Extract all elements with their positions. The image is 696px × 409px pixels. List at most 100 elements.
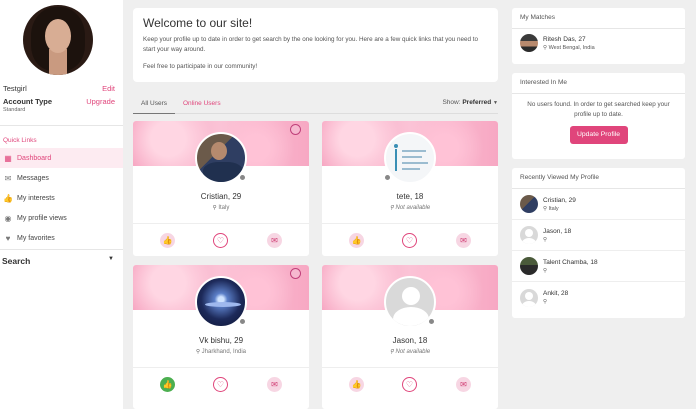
location-text: West Bengal, India xyxy=(548,44,595,51)
user-photo[interactable] xyxy=(384,132,436,184)
sidebar-item-label: My interests xyxy=(17,194,55,202)
match-item[interactable]: Ritesh Das, 27 ⚲ West Bengal, India xyxy=(512,29,685,57)
my-matches-panel: My Matches Ritesh Das, 27 ⚲ West Bengal,… xyxy=(512,8,685,64)
location-pin-icon: ⚲ xyxy=(543,205,548,212)
award-badge-icon xyxy=(289,268,303,284)
viewer-name: Cristian, 29 xyxy=(543,196,576,204)
caret-down-icon: ▼ xyxy=(493,100,498,106)
tab-online-users[interactable]: Online Users xyxy=(183,100,221,107)
card-user-location: ⚲ Jharkhand, India xyxy=(133,349,309,355)
favorite-button[interactable]: ♡ xyxy=(402,377,417,392)
online-status-dot xyxy=(239,318,246,325)
upgrade-link[interactable]: Upgrade xyxy=(86,97,115,106)
user-card[interactable]: Cristian, 29 ⚲ Italy 👍 ♡ ✉ xyxy=(133,121,309,256)
show-filter[interactable]: Show: Preferred ▼ xyxy=(442,99,498,106)
envelope-icon: ✉ xyxy=(460,236,467,245)
user-card[interactable]: tete, 18 ⚲ Not available 👍 ♡ ✉ xyxy=(322,121,498,256)
viewer-name: Jason, 18 xyxy=(543,227,572,235)
favorite-button[interactable]: ♡ xyxy=(213,377,228,392)
active-tab-indicator xyxy=(133,113,175,114)
sidebar-item-dashboard[interactable]: ▦ Dashboard xyxy=(0,148,123,168)
eye-icon: ◉ xyxy=(4,213,12,223)
message-button[interactable]: ✉ xyxy=(267,377,282,392)
card-user-name[interactable]: tete, 18 xyxy=(322,192,498,201)
heart-icon: ♡ xyxy=(216,380,225,389)
welcome-text: Keep your profile up to date in order to… xyxy=(143,36,478,53)
message-button[interactable]: ✉ xyxy=(267,233,282,248)
viewer-location: ⚲ xyxy=(543,237,571,243)
viewer-location: ⚲ xyxy=(543,299,568,305)
recent-viewer-item[interactable]: Cristian, 29 ⚲ Italy xyxy=(512,189,685,220)
heart-icon: ♡ xyxy=(405,380,414,389)
location-pin-icon: ⚲ xyxy=(212,205,217,211)
thumbs-up-icon: 👍 xyxy=(351,236,362,245)
left-sidebar: Testgirl Edit Account Type Upgrade Stand… xyxy=(0,0,123,409)
sidebar-item-label: Dashboard xyxy=(17,154,52,162)
location-pin-icon: ⚲ xyxy=(389,205,394,211)
heart-icon: ♥ xyxy=(5,233,11,243)
location-text: Jharkhand, India xyxy=(201,349,247,355)
location-pin-icon: ⚲ xyxy=(389,349,394,355)
sidebar-item-profile-views[interactable]: ◉ My profile views xyxy=(0,208,123,228)
sidebar-item-messages[interactable]: ✉ Messages xyxy=(0,168,123,188)
envelope-icon: ✉ xyxy=(271,380,278,389)
user-avatar[interactable] xyxy=(23,5,93,75)
sidebar-item-interests[interactable]: 👍 My interests xyxy=(0,188,123,208)
update-profile-button[interactable]: Update Profile xyxy=(569,126,628,144)
viewer-name: Ankit, 28 xyxy=(543,290,569,297)
avatar xyxy=(520,288,538,307)
card-actions: 👍 ♡ ✉ xyxy=(133,223,309,256)
envelope-icon: ✉ xyxy=(271,236,278,245)
message-button[interactable]: ✉ xyxy=(456,233,471,248)
match-name: Ritesh Das, 27 xyxy=(543,35,586,43)
card-user-name[interactable]: Cristian, 29 xyxy=(133,192,309,201)
account-type-row: Account Type Upgrade xyxy=(3,97,115,106)
welcome-panel: Welcome to our site! Keep your profile u… xyxy=(133,8,498,82)
card-user-location: ⚲ Not available xyxy=(322,205,498,211)
avatar xyxy=(520,34,538,52)
location-pin-icon: ⚲ xyxy=(543,299,548,305)
show-value: Preferred xyxy=(462,99,492,106)
interested-panel: Interested In Me No users found. In orde… xyxy=(512,73,685,159)
edit-link[interactable]: Edit xyxy=(102,84,115,93)
location-pin-icon: ⚲ xyxy=(195,349,200,355)
card-actions: 👍 ♡ ✉ xyxy=(322,367,498,400)
tab-all-users[interactable]: All Users xyxy=(141,100,167,107)
my-matches-title: My Matches xyxy=(512,8,685,29)
avatar xyxy=(520,226,538,244)
account-type-label: Account Type xyxy=(3,97,53,106)
location-text: Italy xyxy=(218,205,230,211)
sidebar-item-label: My profile views xyxy=(17,214,67,222)
thumbs-up-icon: 👍 xyxy=(3,193,13,203)
match-location: ⚲ West Bengal, India xyxy=(543,45,595,51)
thumbs-up-icon: 👍 xyxy=(162,380,173,389)
search-toggle[interactable]: Search ▼ xyxy=(2,256,114,266)
like-button[interactable]: 👍 xyxy=(160,377,175,392)
favorite-button[interactable]: ♡ xyxy=(213,233,228,248)
user-card[interactable]: Jason, 18 ⚲ Not available 👍 ♡ ✉ xyxy=(322,265,498,409)
location-text: Not available xyxy=(395,205,431,211)
award-badge-icon xyxy=(289,124,303,140)
card-user-location: ⚲ Not available xyxy=(322,349,498,355)
user-card[interactable]: Vk bishu, 29 ⚲ Jharkhand, India 👍 ♡ ✉ xyxy=(133,265,309,409)
like-button[interactable]: 👍 xyxy=(349,233,364,248)
viewer-name: Talent Chamba, 18 xyxy=(543,258,598,266)
show-label: Show: xyxy=(442,99,461,106)
favorite-button[interactable]: ♡ xyxy=(402,233,417,248)
sidebar-item-favorites[interactable]: ♥ My favorites xyxy=(0,228,123,248)
recent-viewer-item[interactable]: Ankit, 28 ⚲ xyxy=(512,282,685,313)
message-button[interactable]: ✉ xyxy=(456,377,471,392)
like-button[interactable]: 👍 xyxy=(349,377,364,392)
online-status-dot xyxy=(239,174,246,181)
user-name: Testgirl xyxy=(3,84,27,93)
like-button[interactable]: 👍 xyxy=(160,233,175,248)
sidebar-item-label: Messages xyxy=(17,174,49,182)
location-text: Not available xyxy=(395,349,431,355)
card-user-name[interactable]: Vk bishu, 29 xyxy=(133,336,309,345)
recent-viewer-item[interactable]: Jason, 18 ⚲ xyxy=(512,220,685,251)
recently-viewed-panel: Recently Viewed My Profile Cristian, 29 … xyxy=(512,168,685,318)
envelope-icon: ✉ xyxy=(460,380,467,389)
recent-viewer-item[interactable]: Talent Chamba, 18 ⚲ xyxy=(512,251,685,282)
online-status-dot xyxy=(428,318,435,325)
card-user-name[interactable]: Jason, 18 xyxy=(322,336,498,345)
